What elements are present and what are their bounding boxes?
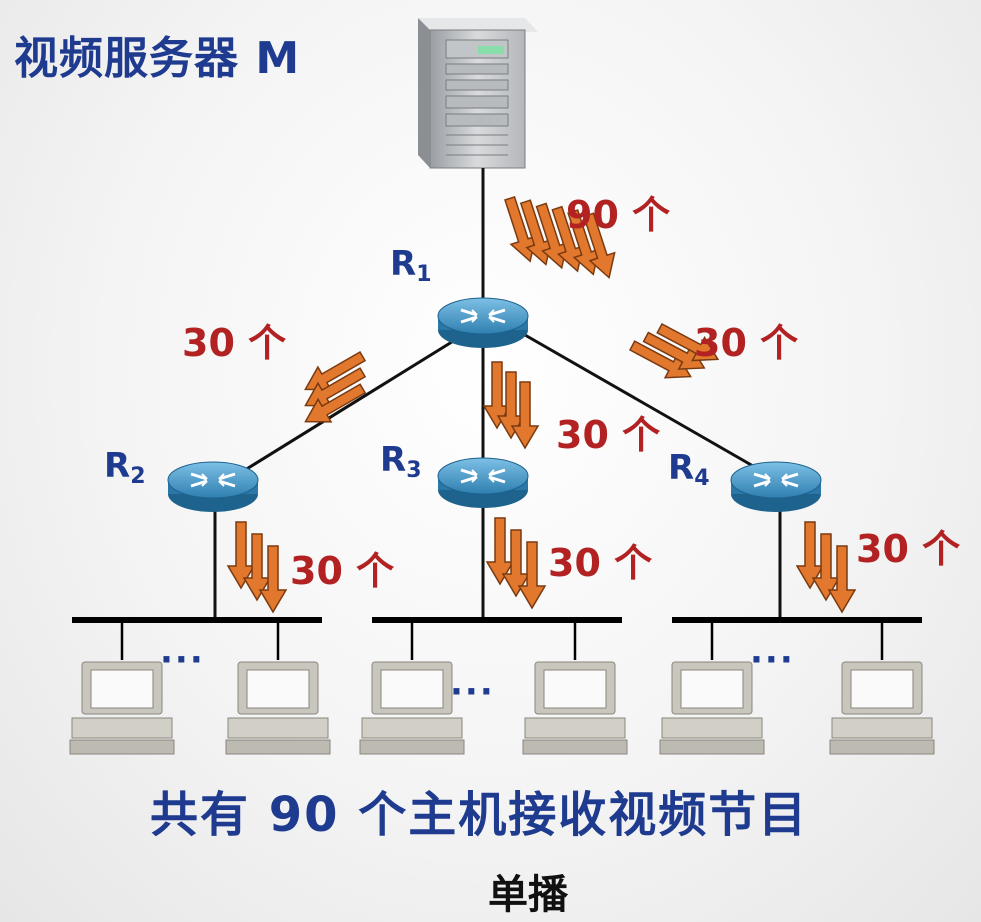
router-r1-label: R1 bbox=[390, 244, 432, 287]
flow-arrows-r1-r2 bbox=[298, 344, 370, 434]
diagram-title: 视频服务器 M bbox=[14, 33, 301, 84]
host-computer-icon bbox=[69, 661, 175, 755]
router-r1-icon bbox=[436, 296, 530, 350]
router-r4-icon bbox=[729, 460, 823, 514]
video-server-icon bbox=[418, 18, 538, 169]
caption: 共有 90 个主机接收视频节目 bbox=[150, 787, 809, 843]
flow-count-r2-lan: 30 个 bbox=[290, 549, 395, 593]
host-computer-icon bbox=[522, 661, 628, 755]
more-hosts-ellipsis: ··· bbox=[450, 672, 495, 712]
more-hosts-ellipsis: ··· bbox=[160, 640, 205, 680]
flow-count-r3-lan: 30 个 bbox=[548, 541, 653, 585]
flow-count-r1-r4: 30 个 bbox=[694, 321, 799, 365]
host-computer-icon bbox=[829, 661, 935, 755]
flow-arrows-r1-r3 bbox=[483, 361, 539, 449]
flow-arrows-r4-lan bbox=[796, 521, 856, 613]
flow-count-r1-r3: 30 个 bbox=[556, 413, 661, 457]
flow-count-r1-r2: 30 个 bbox=[182, 321, 287, 365]
router-r3-label: R3 bbox=[380, 440, 422, 483]
more-hosts-ellipsis: ··· bbox=[750, 640, 795, 680]
router-r2-label: R2 bbox=[104, 446, 146, 489]
host-computer-icon bbox=[225, 661, 331, 755]
flow-arrows-r3-lan bbox=[486, 517, 546, 609]
flow-count-server-r1: 90 个 bbox=[566, 193, 671, 237]
host-computer-icon bbox=[659, 661, 765, 755]
router-r2-icon bbox=[166, 460, 260, 514]
host-computer-icon bbox=[359, 661, 465, 755]
subtitle: 单播 bbox=[488, 872, 568, 918]
flow-arrows-r2-lan bbox=[227, 521, 287, 613]
flow-count-r4-lan: 30 个 bbox=[856, 527, 961, 571]
router-r3-icon bbox=[436, 456, 530, 510]
unicast-diagram: 视频服务器 M R1 R2 R3 R4 90 个 30 个 30 个 30 个 … bbox=[0, 0, 981, 922]
router-r4-label: R4 bbox=[668, 448, 710, 491]
